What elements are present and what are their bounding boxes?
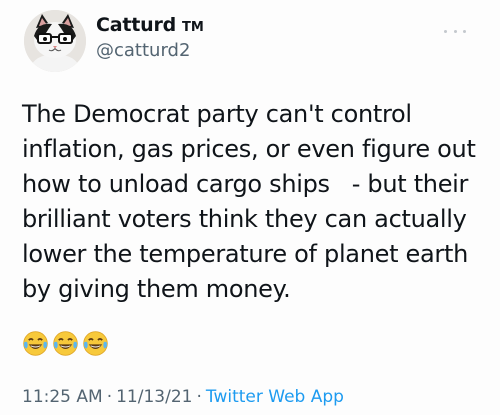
tweet-time[interactable]: 11:25 AM: [22, 387, 103, 407]
more-options-icon[interactable]: [444, 26, 466, 36]
face-with-tears-of-joy-icon: [83, 331, 108, 356]
dot: [444, 29, 447, 33]
emoji-row: [22, 330, 109, 357]
tweet-source-link[interactable]: Twitter Web App: [206, 387, 344, 407]
tweet-card: Catturd TM @catturd2 The Democrat party …: [0, 0, 500, 415]
separator-dot: ·: [196, 387, 202, 407]
display-name[interactable]: Catturd: [96, 14, 176, 36]
separator-dot: ·: [106, 387, 113, 407]
dot: [453, 29, 457, 33]
tweet-metadata: 11:25 AM · 11/13/21 · Twitter Web App: [22, 387, 344, 407]
author-name-row: Catturd TM: [96, 14, 204, 36]
trademark-mark: TM: [182, 20, 204, 35]
dot: [463, 29, 466, 33]
cat-avatar-icon: [24, 10, 86, 72]
face-with-tears-of-joy-icon: [23, 331, 48, 356]
tweet-date[interactable]: 11/13/21: [116, 387, 192, 407]
user-handle[interactable]: @catturd2: [96, 40, 190, 61]
face-with-tears-of-joy-icon: [53, 331, 78, 356]
tweet-text: The Democrat party can't control inflati…: [22, 100, 476, 303]
avatar[interactable]: [24, 10, 86, 72]
